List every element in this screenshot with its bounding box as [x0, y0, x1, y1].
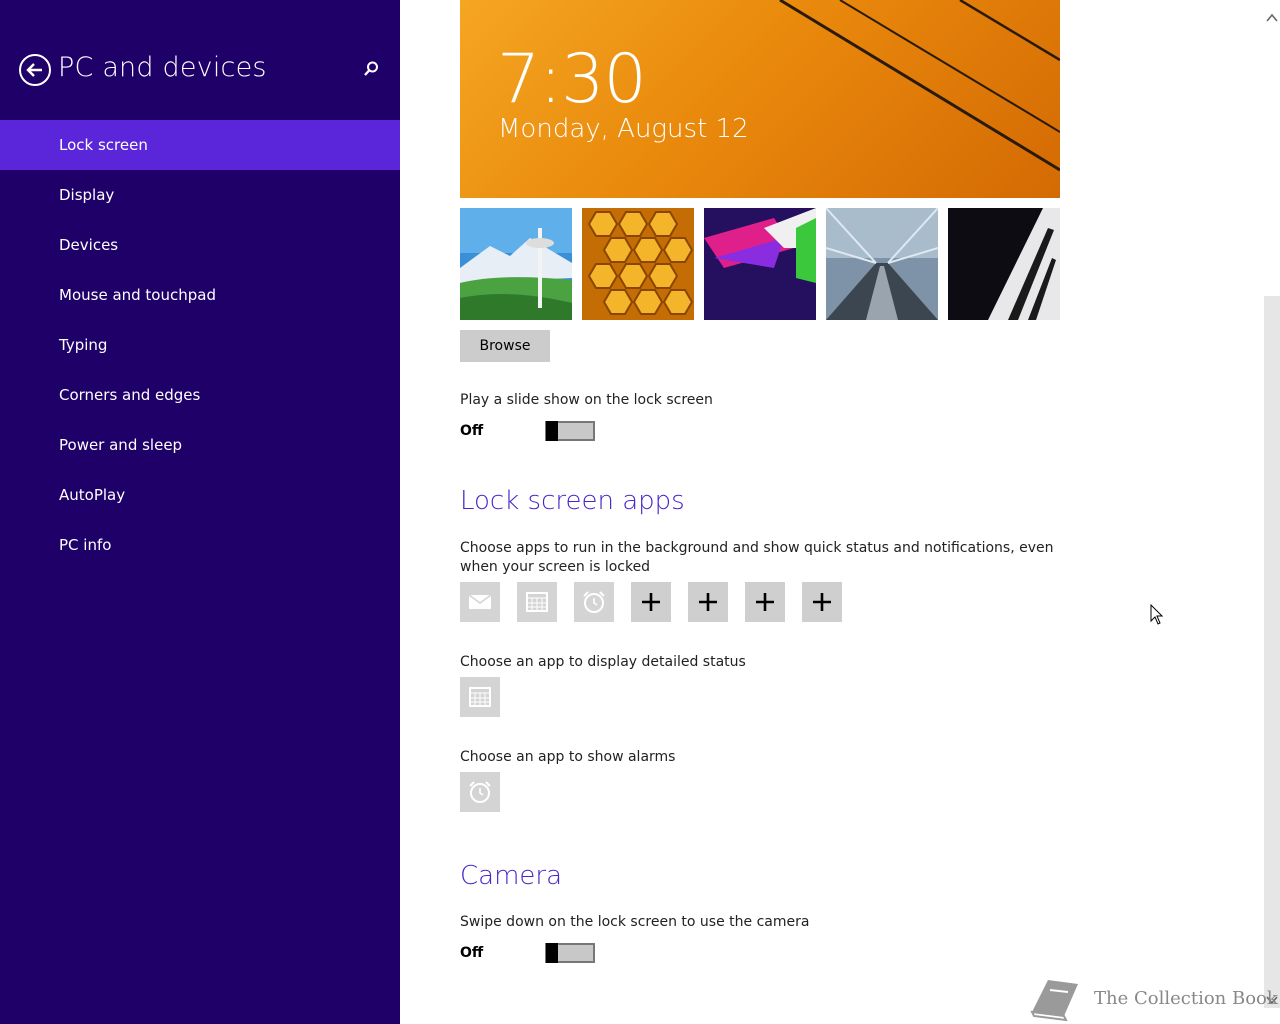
- toggle-knob: [546, 421, 558, 441]
- sidebar-item-autoplay[interactable]: AutoPlay: [0, 470, 400, 520]
- calendar-icon: [526, 592, 548, 612]
- camera-label: Swipe down on the lock screen to use the…: [460, 914, 810, 930]
- plus-icon: [813, 593, 831, 611]
- sidebar-item-pc-info[interactable]: PC info: [0, 520, 400, 570]
- camera-toggle[interactable]: [545, 943, 595, 963]
- alarms-label: Choose an app to show alarms: [460, 749, 676, 765]
- lock-app-slot-add-1[interactable]: [631, 582, 671, 622]
- lock-app-slot-add-4[interactable]: [802, 582, 842, 622]
- thumbnail-train[interactable]: [826, 208, 938, 320]
- slideshow-label: Play a slide show on the lock screen: [460, 392, 713, 408]
- page-title: PC and devices: [58, 52, 267, 83]
- vertical-scrollbar[interactable]: [1264, 0, 1280, 1024]
- calendar-icon: [469, 687, 491, 707]
- browse-button[interactable]: Browse: [460, 330, 550, 362]
- alarm-icon: [469, 781, 491, 803]
- sidebar-item-display[interactable]: Display: [0, 170, 400, 220]
- settings-content: 7:30 Monday, August 12 Browse Play a sli…: [400, 0, 1264, 1024]
- search-button[interactable]: [360, 58, 382, 80]
- slideshow-toggle[interactable]: [545, 421, 595, 441]
- plus-icon: [699, 593, 717, 611]
- preview-time: 7:30: [497, 40, 647, 119]
- back-arrow-icon: [26, 63, 42, 77]
- book-icon: [1030, 980, 1078, 1022]
- sidebar-item-power-and-sleep[interactable]: Power and sleep: [0, 420, 400, 470]
- piano-keys-image: [948, 208, 1060, 320]
- sidebar-item-lock-screen[interactable]: Lock screen: [0, 120, 400, 170]
- detailed-status-app-slot[interactable]: [460, 677, 500, 717]
- lock-app-slot-alarm[interactable]: [574, 582, 614, 622]
- space-needle-image: [460, 208, 572, 320]
- lock-app-slot-mail[interactable]: [460, 582, 500, 622]
- lock-screen-apps-description: Choose apps to run in the background and…: [460, 540, 1054, 575]
- background-thumbnails: [460, 208, 1060, 320]
- plus-icon: [756, 593, 774, 611]
- plus-icon: [642, 593, 660, 611]
- sidebar-item-devices[interactable]: Devices: [0, 220, 400, 270]
- thumbnail-space-needle[interactable]: [460, 208, 572, 320]
- watermark-text: The Collection Book: [1094, 988, 1278, 1009]
- thumbnail-honeycomb[interactable]: [582, 208, 694, 320]
- search-icon: [364, 61, 378, 76]
- thumbnail-piano[interactable]: [948, 208, 1060, 320]
- lock-app-slot-add-3[interactable]: [745, 582, 785, 622]
- slideshow-toggle-state: Off: [460, 423, 484, 439]
- navigation-sidebar: PC and devices Lock screen Display Devic…: [0, 0, 400, 1024]
- abstract-shapes-image: [704, 208, 816, 320]
- train-tunnel-image: [826, 208, 938, 320]
- mail-icon: [468, 594, 492, 609]
- preview-date: Monday, August 12: [498, 114, 749, 144]
- alarm-icon: [583, 591, 605, 613]
- alarm-app-slot[interactable]: [460, 772, 500, 812]
- honeycomb-image: [582, 208, 694, 320]
- scrollbar-thumb[interactable]: [1264, 296, 1280, 1008]
- lock-app-slot-add-2[interactable]: [688, 582, 728, 622]
- lock-screen-apps-heading: Lock screen apps: [460, 486, 685, 516]
- back-button[interactable]: [19, 54, 51, 86]
- scroll-up-arrow-icon[interactable]: [1266, 12, 1278, 24]
- detailed-status-label: Choose an app to display detailed status: [460, 654, 746, 670]
- watermark: The Collection Book: [1028, 976, 1278, 1022]
- thumbnail-abstract[interactable]: [704, 208, 816, 320]
- mouse-pointer-icon: [1150, 604, 1164, 625]
- camera-toggle-state: Off: [460, 945, 484, 961]
- nav-list: Lock screen Display Devices Mouse and to…: [0, 120, 400, 570]
- sidebar-item-corners-and-edges[interactable]: Corners and edges: [0, 370, 400, 420]
- toggle-knob: [546, 943, 558, 963]
- lock-screen-preview: 7:30 Monday, August 12: [460, 0, 1060, 198]
- sidebar-item-typing[interactable]: Typing: [0, 320, 400, 370]
- lock-app-slot-calendar[interactable]: [517, 582, 557, 622]
- camera-heading: Camera: [460, 861, 563, 891]
- sidebar-item-mouse-and-touchpad[interactable]: Mouse and touchpad: [0, 270, 400, 320]
